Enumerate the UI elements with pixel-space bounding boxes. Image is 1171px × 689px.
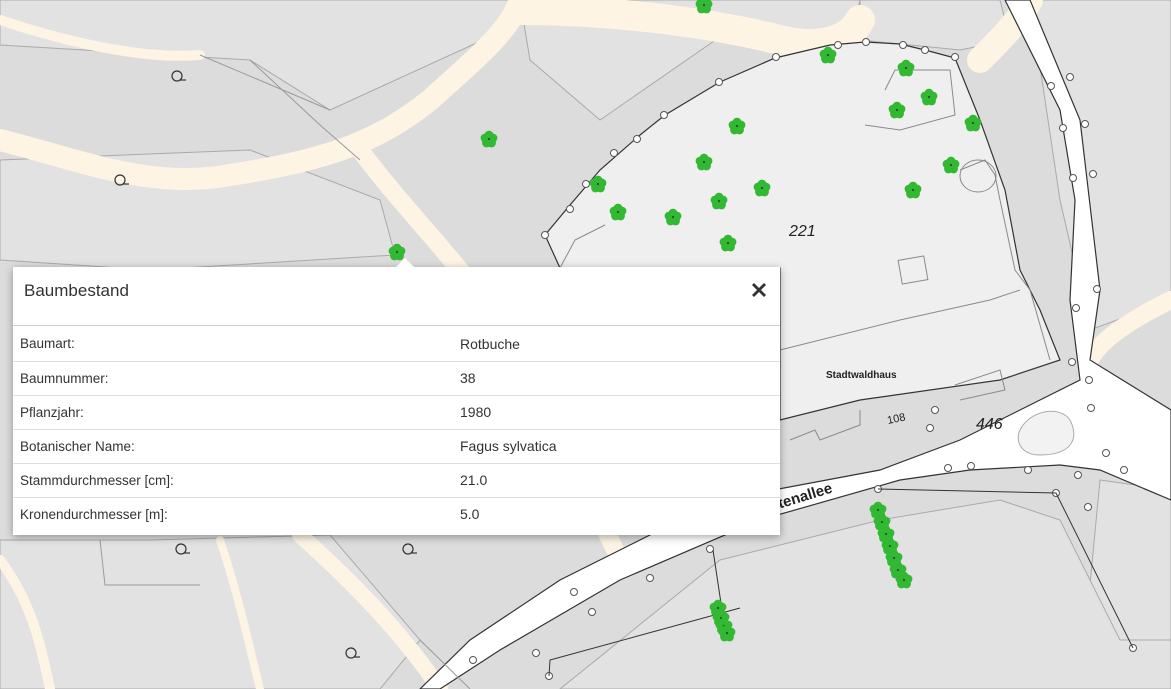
attribute-value: 21.0 xyxy=(460,472,488,488)
table-row: Stammdurchmesser [cm]: 21.0 xyxy=(13,463,780,497)
attribute-key: Botanischer Name: xyxy=(20,438,135,454)
parcel-number-221: 221 xyxy=(788,223,816,240)
attribute-value: Fagus sylvatica xyxy=(460,438,557,454)
popup-pointer xyxy=(396,258,414,267)
attribute-key: Kronendurchmesser [m]: xyxy=(20,506,168,522)
close-icon[interactable] xyxy=(748,279,770,301)
attribute-value: 5.0 xyxy=(460,506,480,523)
table-row: Baumnummer: 38 xyxy=(13,361,780,395)
tree-marker[interactable] xyxy=(695,0,713,14)
attribute-value: 38 xyxy=(460,370,476,386)
table-row: Kronendurchmesser [m]: 5.0 xyxy=(13,497,780,531)
popup-title: Baumbestand xyxy=(24,281,129,300)
table-row: Botanischer Name: Fagus sylvatica xyxy=(13,429,780,463)
building-name-label: Stadtwaldhaus xyxy=(826,370,897,381)
attribute-key: Baumart: xyxy=(20,336,75,352)
feature-info-popup: Baumbestand Baumart: Rotbuche Baumnummer… xyxy=(13,258,780,535)
attribute-table: Baumart: Rotbuche Baumnummer: 38 Pflanzj… xyxy=(13,327,780,531)
attribute-key: Pflanzjahr: xyxy=(20,404,84,420)
table-row: Baumart: Rotbuche xyxy=(13,327,780,361)
attribute-key: Baumnummer: xyxy=(20,370,109,386)
attribute-key: Stammdurchmesser [cm]: xyxy=(20,472,174,488)
attribute-value: 1980 xyxy=(460,404,492,420)
popup-header: Baumbestand xyxy=(13,267,780,326)
attribute-value: Rotbuche xyxy=(460,335,520,352)
parcel-number-446: 446 xyxy=(976,416,1003,433)
table-row: Pflanzjahr: 1980 xyxy=(13,395,780,429)
